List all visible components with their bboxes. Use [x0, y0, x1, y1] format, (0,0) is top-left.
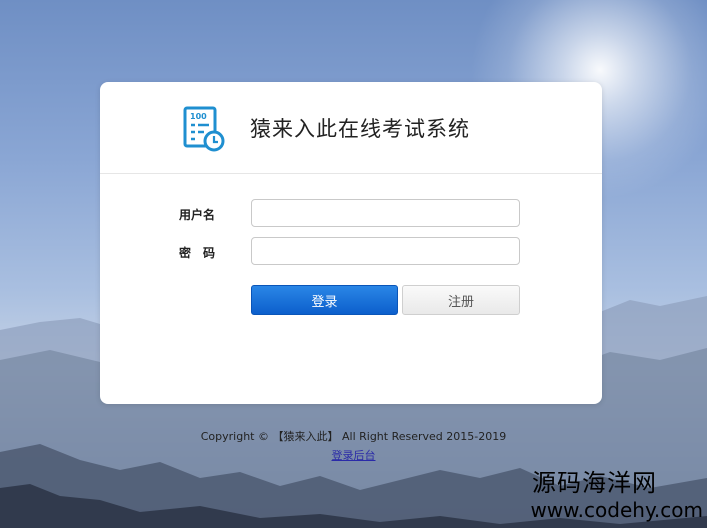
watermark: 源码海洋网 www.codehy.com — [530, 463, 703, 522]
copyright-text: Copyright © 【猿来入此】 All Right Reserved 20… — [200, 430, 507, 443]
watermark-url: www.codehy.com — [530, 498, 703, 522]
password-label: 密 码 — [179, 246, 216, 260]
admin-login-link[interactable]: 登录后台 — [332, 449, 376, 462]
exam-score-icon: 100 — [183, 106, 225, 151]
username-label: 用户名 — [179, 208, 216, 222]
app-title: 猿来入此在线考试系统 — [250, 116, 470, 141]
login-card: 100 猿来入此在线考试系统 用户名 密 码 登录 注册 — [100, 82, 602, 404]
admin-login-link-container: 登录后台 — [0, 447, 707, 463]
watermark-name: 源码海洋网 — [532, 469, 657, 497]
password-input[interactable] — [251, 237, 520, 265]
card-header: 100 猿来入此在线考试系统 — [100, 82, 602, 174]
register-button[interactable]: 注册 — [402, 285, 520, 315]
logo-score-text: 100 — [190, 112, 207, 121]
login-button[interactable]: 登录 — [251, 285, 398, 315]
username-input[interactable] — [251, 199, 520, 227]
